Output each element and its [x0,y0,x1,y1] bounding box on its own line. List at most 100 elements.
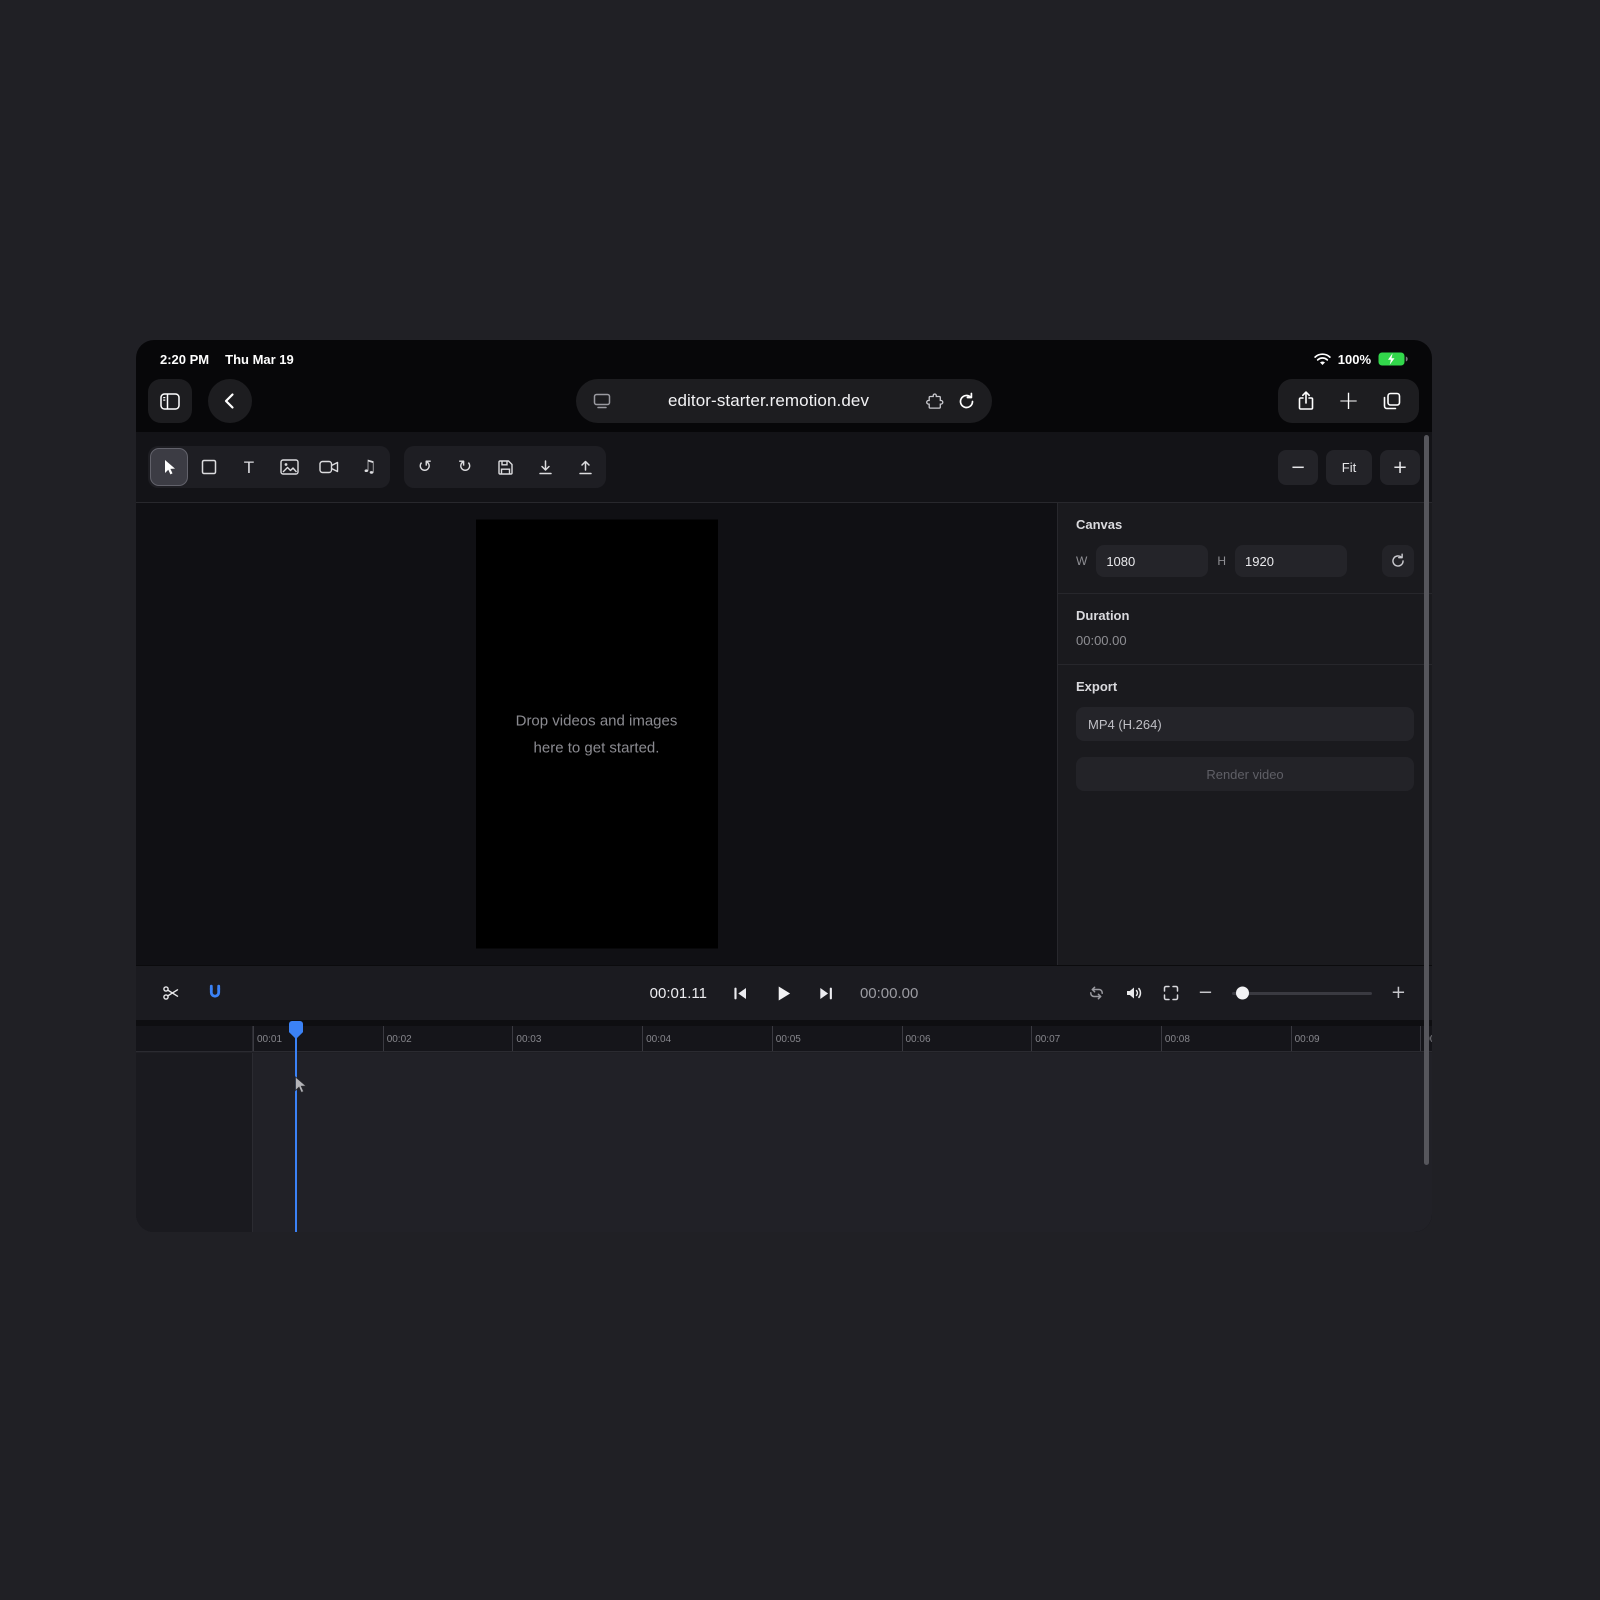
ruler-tick-label: 00:08 [1165,1034,1190,1045]
ruler-tick [512,1026,513,1052]
timeline-ruler[interactable]: 00:0100:0200:0300:0400:0500:0600:0700:08… [136,1026,1432,1052]
snap-toggle-button[interactable] [206,984,224,1002]
safari-window: 2:20 PM Thu Mar 19 100% [136,340,1432,1232]
duration-value: 00:00.00 [1076,633,1414,648]
timeline[interactable]: 00:0100:0200:0300:0400:0500:0600:0700:08… [136,1026,1432,1232]
duration-section-title: Duration [1076,608,1414,623]
music-note-icon: ♫ [361,459,376,476]
ruler-tick-label: 00:09 [1295,1034,1320,1045]
image-icon [280,459,299,475]
play-button[interactable] [774,984,793,1003]
add-video-button[interactable] [310,448,348,486]
skip-to-end-button[interactable] [818,985,835,1002]
zoom-in-button[interactable]: + [1380,450,1420,485]
download-button[interactable] [526,448,564,486]
cursor-arrow-icon [161,459,178,476]
back-button[interactable] [208,379,252,423]
reset-canvas-button[interactable] [1382,545,1414,577]
canvas-height-input[interactable] [1235,545,1347,577]
drop-placeholder-line1: Drop videos and images [476,707,718,734]
fullscreen-button[interactable] [1163,985,1179,1001]
undo-button[interactable]: ↺ [406,448,444,486]
sidebar-toggle-button[interactable] [148,379,192,423]
save-floppy-icon [497,459,514,476]
rectangle-icon [201,459,217,475]
add-audio-button[interactable]: ♫ [350,448,388,486]
zoom-slider-thumb[interactable] [1236,987,1249,1000]
url-text[interactable]: editor-starter.remotion.dev [612,391,925,411]
ruler-tick-label: 00:05 [776,1034,801,1045]
ruler-tick-label: 00:03 [516,1034,541,1045]
width-label: W [1076,554,1087,568]
height-label: H [1217,554,1226,568]
download-icon [537,459,554,476]
properties-sidebar: Canvas W H [1057,503,1432,965]
status-bar: 2:20 PM Thu Mar 19 100% [136,340,1432,370]
ruler-tick [253,1026,254,1052]
text-tool-button[interactable]: T [230,448,268,486]
video-canvas-preview[interactable]: Drop videos and images here to get start… [476,520,718,949]
fit-button[interactable]: Fit [1326,450,1372,485]
ruler-tick [1161,1026,1162,1052]
export-section-title: Export [1076,679,1414,694]
timeline-zoom-out-button[interactable]: − [1198,984,1213,1002]
clock: 2:20 PM [160,352,209,367]
add-image-button[interactable] [270,448,308,486]
status-right: 100% [1314,352,1408,367]
video-camera-icon [319,460,339,474]
address-bar[interactable]: editor-starter.remotion.dev [576,379,992,423]
redo-icon: ↻ [458,459,472,476]
timeline-zoom-in-button[interactable]: + [1391,984,1406,1002]
canvas-section: Canvas W H [1058,503,1432,593]
playhead-line[interactable] [295,1026,297,1232]
speaker-icon [1125,985,1144,1001]
render-video-button[interactable]: Render video [1076,757,1414,791]
new-tab-button[interactable]: + [1329,381,1369,421]
tabs-overview-button[interactable] [1372,381,1412,421]
page-scrollbar[interactable] [1424,435,1429,1165]
canvas-zoom-cluster: − Fit + [1278,450,1420,485]
drop-placeholder: Drop videos and images here to get start… [476,707,718,761]
loop-icon [1087,985,1106,1001]
insert-tool-group: T ♫ [148,446,390,488]
reload-icon[interactable] [957,392,976,411]
ruler-tick-label: 00:01 [257,1034,282,1045]
ruler-left-cap [136,1026,253,1052]
text-tool-icon: T [244,459,254,476]
ruler-tick-label: 00:07 [1035,1034,1060,1045]
timeline-tools [162,984,224,1002]
redo-button[interactable]: ↻ [446,448,484,486]
mouse-cursor [294,1076,308,1095]
scissors-icon [162,985,180,1001]
share-button[interactable] [1286,381,1326,421]
ruler-tick-label: 00:04 [646,1034,671,1045]
history-file-group: ↺ ↻ [404,446,606,488]
ruler-tick [383,1026,384,1052]
loop-toggle-button[interactable] [1087,985,1106,1001]
duration-section: Duration 00:00.00 [1058,593,1432,664]
canvas-dimensions-row: W H [1076,545,1414,577]
rectangle-tool-button[interactable] [190,448,228,486]
ruler-tick-label: 00:06 [906,1034,931,1045]
ruler-tick [1291,1026,1292,1052]
extensions-icon[interactable] [925,392,944,410]
magnet-icon [206,984,224,1002]
canvas-width-input[interactable] [1096,545,1208,577]
select-tool-button[interactable] [150,448,188,486]
skip-end-icon [818,985,835,1002]
zoom-out-button[interactable]: − [1278,450,1318,485]
volume-button[interactable] [1125,985,1144,1001]
editor-toolbar: T ♫ [136,432,1432,502]
split-clip-button[interactable] [162,985,180,1001]
timeline-tracks-area[interactable] [136,1053,1432,1232]
save-button[interactable] [486,448,524,486]
export-format-select[interactable]: MP4 (H.264) [1076,707,1414,741]
canvas-stage[interactable]: Drop videos and images here to get start… [136,503,1057,965]
skip-to-start-button[interactable] [732,985,749,1002]
timeline-zoom-slider[interactable] [1232,992,1372,995]
page-settings-icon[interactable] [592,393,612,409]
chevron-left-icon [220,391,240,411]
current-time: 00:01.11 [650,985,707,1002]
fullscreen-icon [1163,985,1179,1001]
upload-button[interactable] [566,448,604,486]
